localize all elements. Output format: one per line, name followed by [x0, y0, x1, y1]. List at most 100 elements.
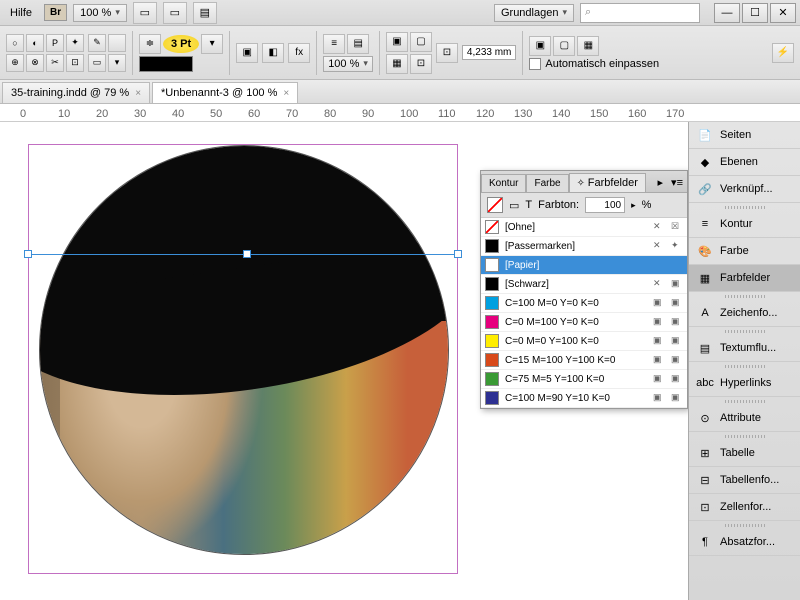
swatch-flag-icon: ▣ [653, 392, 665, 404]
swatch-name: [Ohne] [505, 222, 647, 233]
tool-icon[interactable]: ◐ [26, 34, 44, 52]
fit-icon[interactable]: ▣ [386, 32, 408, 52]
horizontal-ruler[interactable]: 0102030405060708090100110120130140150160… [0, 104, 800, 122]
tool-icon[interactable]: ⊡ [66, 54, 84, 72]
stroke-weight-field[interactable]: 3 Pt [163, 35, 199, 53]
document-tab[interactable]: 35-training.indd @ 79 %× [2, 82, 150, 103]
close-button[interactable]: ✕ [770, 3, 796, 23]
swatch-row[interactable]: [Ohne]✕☒ [481, 218, 687, 237]
crop-icon[interactable]: ⊡ [436, 43, 458, 63]
swatch-chip [485, 334, 499, 348]
swatch-chip [485, 220, 499, 234]
stroke-step-icon[interactable]: ≑ [139, 34, 161, 54]
rail-label: Seiten [720, 129, 751, 141]
rail-item[interactable]: ⊟Tabellenfo... [689, 467, 800, 494]
screen-mode-icon[interactable]: ▭ [163, 2, 187, 24]
tool-icon[interactable]: P [46, 34, 64, 52]
swatch-flag-icon: ✕ [653, 278, 665, 290]
bridge-button[interactable]: Br [44, 4, 67, 21]
swatch-row[interactable]: C=15 M=100 Y=100 K=0▣▣ [481, 351, 687, 370]
frame-fit-icon[interactable]: ▢ [553, 36, 575, 56]
tool-icon[interactable]: ▭ [88, 54, 106, 72]
panel-menu-icon[interactable]: ▾≡ [667, 173, 687, 192]
rail-item[interactable]: ▦Farbfelder [689, 265, 800, 292]
swatch-chip [485, 296, 499, 310]
swatch-type-icon: ▣ [671, 373, 683, 385]
swatch-row[interactable]: C=0 M=0 Y=100 K=0▣▣ [481, 332, 687, 351]
tool-icon[interactable]: ✦ [66, 34, 84, 52]
stroke-color-swatch[interactable] [139, 56, 193, 72]
frame-fit-icon[interactable]: ▣ [529, 36, 551, 56]
tint-input[interactable] [585, 197, 625, 213]
swatch-row[interactable]: C=100 M=90 Y=10 K=0▣▣ [481, 389, 687, 408]
maximize-button[interactable]: ☐ [742, 3, 768, 23]
search-input[interactable]: ⌕ [580, 3, 700, 23]
rail-item[interactable]: ⊡Zellenfor... [689, 494, 800, 521]
arrange-icon[interactable]: ▤ [193, 2, 217, 24]
rail-item[interactable]: abcHyperlinks [689, 370, 800, 397]
workspace-dropdown[interactable]: Grundlagen [494, 4, 574, 22]
fit-icon[interactable]: ⊡ [410, 54, 432, 74]
swatch-row[interactable]: C=75 M=5 Y=100 K=0▣▣ [481, 370, 687, 389]
swatch-row[interactable]: C=0 M=100 Y=0 K=0▣▣ [481, 313, 687, 332]
rail-item[interactable]: ◆Ebenen [689, 149, 800, 176]
swatch-name: [Passermarken] [505, 241, 647, 252]
tool-icon[interactable]: ⊕ [6, 54, 24, 72]
container-proxy-icon[interactable]: ▭ [509, 199, 519, 212]
tool-icon[interactable]: ○ [6, 34, 24, 52]
control-panel: ○◐P✦ ⊕⊗✂⊡ ✎ ▭▾ ≑3 Pt▾ ▣ ◧ fx ≡▤ 100 % ▣▢… [0, 26, 800, 80]
swatch-row[interactable]: C=100 M=0 Y=0 K=0▣▣ [481, 294, 687, 313]
close-tab-icon[interactable]: × [283, 88, 289, 99]
dropdown-icon[interactable]: ▾ [201, 34, 223, 54]
tool-icon[interactable]: ▾ [108, 54, 126, 72]
view-mode-icon[interactable]: ▭ [133, 2, 157, 24]
swatch-row[interactable]: [Papier] [481, 256, 687, 275]
close-tab-icon[interactable]: × [135, 88, 141, 99]
canvas[interactable]: Kontur Farbe ✧ Farbfelder ▸ ▾≡ ▭ T Farbt… [0, 122, 688, 600]
rail-item[interactable]: ⊞Tabelle [689, 440, 800, 467]
rail-item[interactable]: 🔗Verknüpf... [689, 176, 800, 203]
panel-tab-stroke[interactable]: Kontur [481, 174, 526, 192]
swatch-row[interactable]: [Schwarz]✕▣ [481, 275, 687, 294]
rail-item[interactable]: 📄Seiten [689, 122, 800, 149]
rail-item[interactable]: AZeichenfo... [689, 300, 800, 327]
zoom-dropdown[interactable]: 100 % [73, 4, 127, 22]
panel-tab-swatches[interactable]: ✧ Farbfelder [569, 173, 646, 192]
text-proxy-icon[interactable]: T [525, 199, 532, 211]
align-icon[interactable]: ▤ [347, 34, 369, 54]
selection-handles[interactable] [28, 250, 458, 260]
opacity-icon[interactable]: ◧ [262, 43, 284, 63]
rail-label: Ebenen [720, 156, 758, 168]
flyout-icon[interactable]: ⚡ [772, 43, 794, 63]
effects-icon[interactable]: ▣ [236, 43, 258, 63]
fit-icon[interactable]: ▢ [410, 32, 432, 52]
scale-field[interactable]: 100 % [323, 56, 373, 72]
tool-icon[interactable]: ⊗ [26, 54, 44, 72]
document-tab-active[interactable]: *Unbenannt-3 @ 100 %× [152, 82, 298, 103]
swatch-type-icon: ▣ [671, 278, 683, 290]
fill-proxy-icon[interactable] [487, 197, 503, 213]
panel-collapse-icon[interactable]: ▸ [654, 173, 668, 192]
rail-item[interactable]: ⊙Attribute [689, 405, 800, 432]
tool-icon[interactable]: ✂ [46, 54, 64, 72]
fit-icon[interactable]: ▦ [386, 54, 408, 74]
rail-item[interactable]: ¶Absatzfor... [689, 529, 800, 556]
rail-item[interactable]: ≡Kontur [689, 211, 800, 238]
autofit-checkbox[interactable]: Automatisch einpassen [529, 58, 659, 70]
rail-label: Verknüpf... [720, 183, 773, 195]
tool-icon[interactable]: ✎ [88, 34, 106, 52]
minimize-button[interactable]: — [714, 3, 740, 23]
swatch-type-icon: ✦ [671, 240, 683, 252]
swatch-flag-icon: ✕ [653, 221, 665, 233]
fx-icon[interactable]: fx [288, 43, 310, 63]
circle-image-frame[interactable] [39, 145, 449, 555]
rail-item[interactable]: ▤Textumflu... [689, 335, 800, 362]
frame-fit-icon[interactable]: ▦ [577, 36, 599, 56]
panel-tab-color[interactable]: Farbe [526, 174, 568, 192]
dim-field[interactable]: 4,233 mm [462, 45, 516, 60]
no-fill-icon[interactable] [108, 34, 126, 52]
rail-item[interactable]: 🎨Farbe [689, 238, 800, 265]
align-icon[interactable]: ≡ [323, 34, 345, 54]
help-menu[interactable]: Hilfe [4, 4, 38, 22]
swatch-row[interactable]: [Passermarken]✕✦ [481, 237, 687, 256]
